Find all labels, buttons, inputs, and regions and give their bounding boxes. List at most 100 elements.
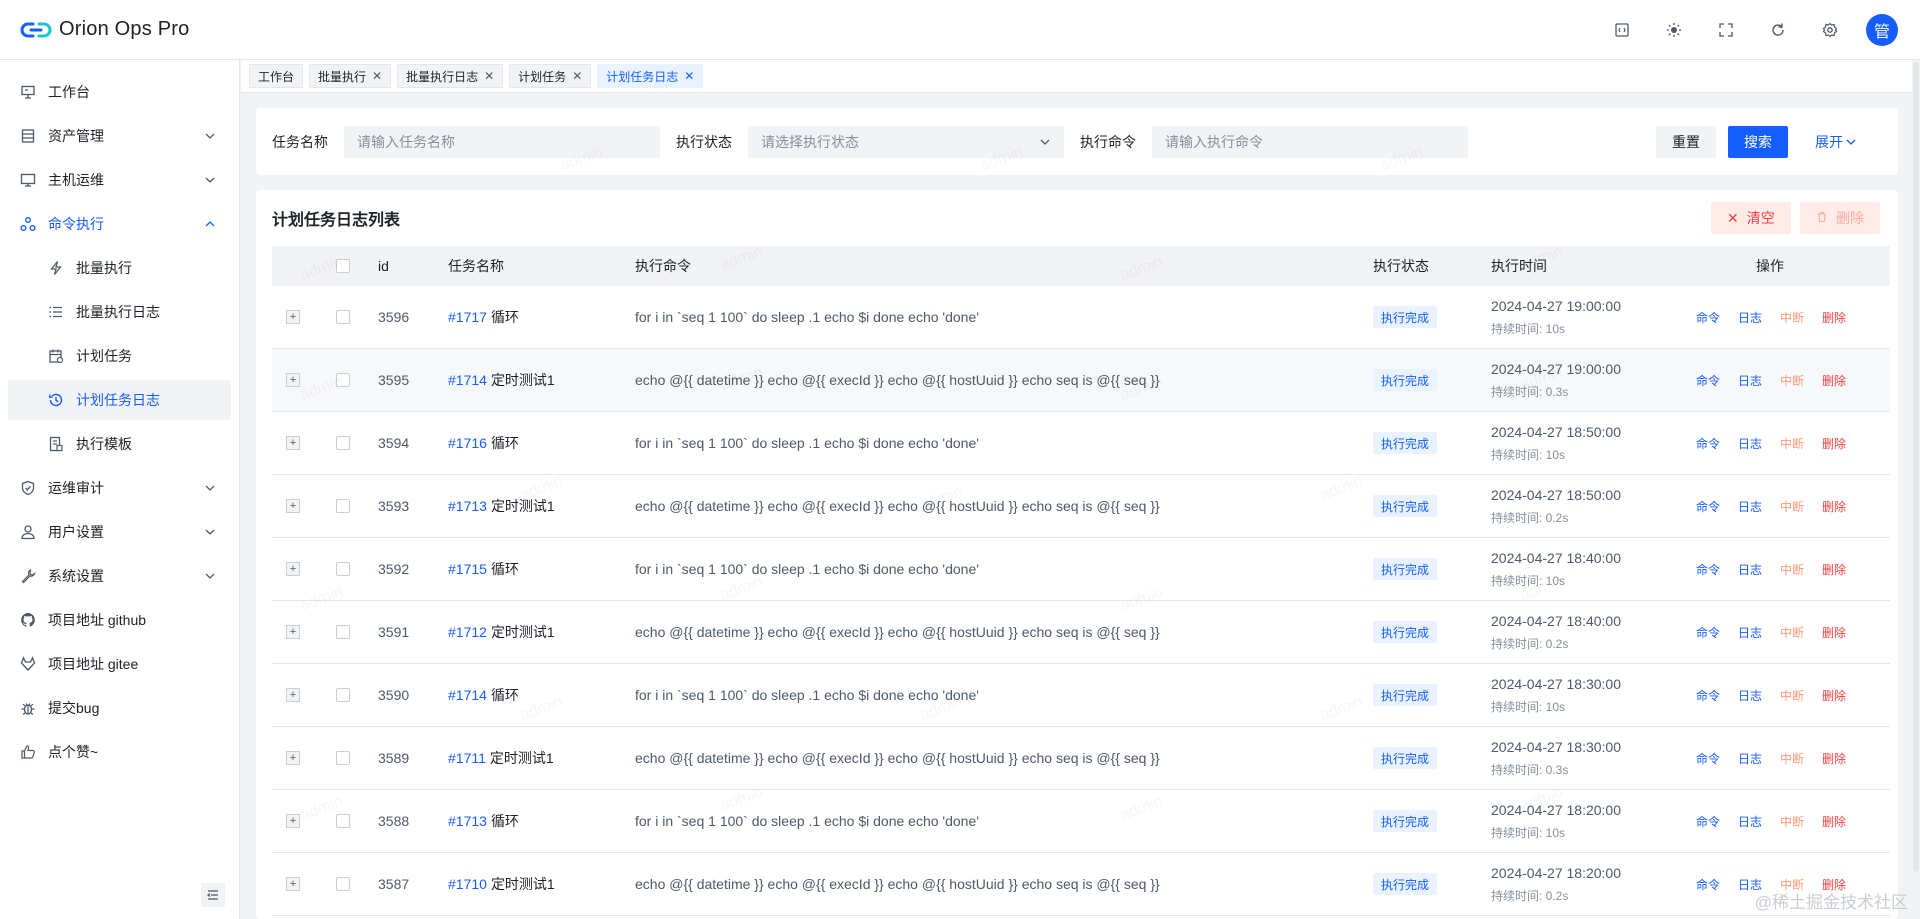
close-icon[interactable]: ✕ [572, 69, 582, 83]
view-log-button[interactable]: 日志 [1738, 309, 1762, 326]
expand-row-button[interactable]: + [286, 790, 300, 852]
delete-row-button[interactable]: 删除 [1822, 498, 1846, 515]
delete-row-button[interactable]: 删除 [1822, 561, 1846, 578]
close-icon[interactable]: ✕ [372, 69, 382, 83]
search-button[interactable]: 搜索 [1728, 125, 1788, 158]
tab-1[interactable]: 批量执行 ✕ [309, 64, 392, 88]
interrupt-button[interactable]: 中断 [1780, 561, 1804, 578]
tab-2[interactable]: 批量执行日志 ✕ [397, 64, 504, 88]
row-checkbox[interactable] [336, 286, 350, 348]
view-command-button[interactable]: 命令 [1696, 561, 1720, 578]
sidebar-item-7[interactable]: 项目地址 github [8, 600, 231, 640]
delete-row-button[interactable]: 删除 [1822, 813, 1846, 830]
task-id-link[interactable]: #1711 [448, 750, 486, 766]
row-checkbox[interactable] [336, 475, 350, 537]
table-row[interactable]: +3594 #1716 循环 for i in `seq 1 100` do slee… [272, 412, 1890, 475]
table-row[interactable]: +3595 #1714 定时测试1 echo @{{ datetime }} echo… [272, 349, 1890, 412]
interrupt-button[interactable]: 中断 [1780, 813, 1804, 830]
row-checkbox[interactable] [336, 727, 350, 789]
delete-row-button[interactable]: 删除 [1822, 624, 1846, 641]
table-row[interactable]: +3589 #1711 定时测试1 echo @{{ datetime }} echo… [272, 727, 1890, 790]
table-row[interactable]: +3592 #1715 循环 for i in `seq 1 100` do slee… [272, 538, 1890, 601]
delete-row-button[interactable]: 删除 [1822, 687, 1846, 704]
sidebar-item-6[interactable]: 系统设置 [8, 556, 231, 596]
expand-row-button[interactable]: + [286, 601, 300, 663]
task-id-link[interactable]: #1716 [448, 435, 487, 451]
collapse-sidebar-button[interactable] [201, 883, 225, 907]
delete-row-button[interactable]: 删除 [1822, 750, 1846, 767]
sidebar-item-4[interactable]: 运维审计 [8, 468, 231, 508]
view-command-button[interactable]: 命令 [1696, 372, 1720, 389]
table-row[interactable]: +3593 #1713 定时测试1 echo @{{ datetime }} echo… [272, 475, 1890, 538]
task-id-link[interactable]: #1713 [448, 498, 487, 514]
interrupt-button[interactable]: 中断 [1780, 309, 1804, 326]
sidebar-subitem-4[interactable]: 执行模板 [8, 424, 231, 464]
interrupt-button[interactable]: 中断 [1780, 624, 1804, 641]
view-command-button[interactable]: 命令 [1696, 687, 1720, 704]
expand-row-button[interactable]: + [286, 475, 300, 537]
clear-button[interactable]: ✕ 清空 [1711, 202, 1791, 234]
expand-row-button[interactable]: + [286, 664, 300, 726]
view-command-button[interactable]: 命令 [1696, 309, 1720, 326]
task-id-link[interactable]: #1710 [448, 876, 487, 892]
task-id-link[interactable]: #1714 [448, 687, 487, 703]
table-row[interactable]: +3591 #1712 定时测试1 echo @{{ datetime }} echo… [272, 601, 1890, 664]
view-command-button[interactable]: 命令 [1696, 876, 1720, 893]
view-log-button[interactable]: 日志 [1738, 687, 1762, 704]
sidebar-subitem-0[interactable]: 批量执行 [8, 248, 231, 288]
status-select[interactable]: 请选择执行状态 [748, 125, 1064, 158]
task-id-link[interactable]: #1713 [448, 813, 487, 829]
close-icon[interactable]: ✕ [484, 69, 494, 83]
view-command-button[interactable]: 命令 [1696, 750, 1720, 767]
task-name-input[interactable]: 请输入任务名称 [344, 125, 660, 158]
expand-row-button[interactable]: + [286, 727, 300, 789]
view-command-button[interactable]: 命令 [1696, 435, 1720, 452]
interrupt-button[interactable]: 中断 [1780, 372, 1804, 389]
table-row[interactable]: +3596 #1717 循环 for i in `seq 1 100` do slee… [272, 286, 1890, 349]
sidebar-item-2[interactable]: 主机运维 [8, 160, 231, 200]
view-log-button[interactable]: 日志 [1738, 561, 1762, 578]
app-logo[interactable]: Orion Ops Pro [20, 14, 189, 46]
row-checkbox[interactable] [336, 790, 350, 852]
row-checkbox[interactable] [336, 412, 350, 474]
view-log-button[interactable]: 日志 [1738, 624, 1762, 641]
sidebar-subitem-2[interactable]: 计划任务 [8, 336, 231, 376]
task-id-link[interactable]: #1717 [448, 309, 487, 325]
avatar[interactable]: 管 [1866, 14, 1898, 46]
sidebar-item-3[interactable]: 命令执行 [8, 204, 231, 244]
expand-row-button[interactable]: + [286, 286, 300, 348]
expand-row-button[interactable]: + [286, 349, 300, 411]
table-row[interactable]: +3587 #1710 定时测试1 echo @{{ datetime }} echo… [272, 853, 1890, 916]
select-all-checkbox[interactable] [336, 246, 350, 286]
view-log-button[interactable]: 日志 [1738, 813, 1762, 830]
view-log-button[interactable]: 日志 [1738, 498, 1762, 515]
settings-icon[interactable] [1814, 14, 1846, 46]
interrupt-button[interactable]: 中断 [1780, 687, 1804, 704]
row-checkbox[interactable] [336, 601, 350, 663]
interrupt-button[interactable]: 中断 [1780, 498, 1804, 515]
task-id-link[interactable]: #1712 [448, 624, 487, 640]
sidebar-item-5[interactable]: 用户设置 [8, 512, 231, 552]
task-id-link[interactable]: #1715 [448, 561, 487, 577]
view-log-button[interactable]: 日志 [1738, 750, 1762, 767]
table-row[interactable]: +3588 #1713 循环 for i in `seq 1 100` do slee… [272, 790, 1890, 853]
command-input[interactable]: 请输入执行命令 [1152, 125, 1468, 158]
theme-icon[interactable] [1658, 14, 1690, 46]
sidebar-item-9[interactable]: 提交bug [8, 688, 231, 728]
expand-row-button[interactable]: + [286, 853, 300, 915]
refresh-icon[interactable] [1762, 14, 1794, 46]
expand-row-button[interactable]: + [286, 538, 300, 600]
sidebar-item-1[interactable]: 资产管理 [8, 116, 231, 156]
delete-row-button[interactable]: 删除 [1822, 435, 1846, 452]
interrupt-button[interactable]: 中断 [1780, 435, 1804, 452]
task-id-link[interactable]: #1714 [448, 372, 487, 388]
expand-button[interactable]: 展开 [1800, 126, 1872, 158]
view-command-button[interactable]: 命令 [1696, 498, 1720, 515]
close-icon[interactable]: ✕ [684, 69, 694, 83]
row-checkbox[interactable] [336, 664, 350, 726]
delete-row-button[interactable]: 删除 [1822, 309, 1846, 326]
view-command-button[interactable]: 命令 [1696, 624, 1720, 641]
row-checkbox[interactable] [336, 853, 350, 915]
fullscreen-icon[interactable] [1710, 14, 1742, 46]
sidebar-item-0[interactable]: 工作台 [8, 72, 231, 112]
